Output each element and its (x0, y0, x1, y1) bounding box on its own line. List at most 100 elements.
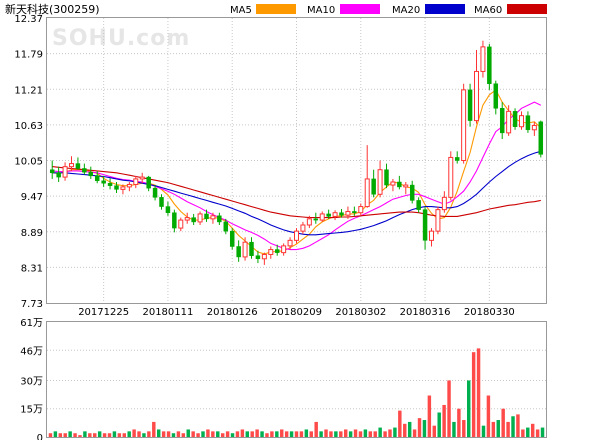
volume-bar (127, 431, 131, 437)
legend-label-ma20: MA20 (392, 5, 420, 16)
date-tick-label: 20180111 (142, 307, 193, 318)
volume-bar (388, 429, 392, 437)
volume-bar (348, 431, 353, 437)
candlesticks (49, 40, 544, 265)
volume-bar (422, 420, 427, 437)
candle (429, 228, 434, 247)
volume-bar (491, 421, 496, 437)
volume-bar (442, 404, 446, 437)
legend-label-ma60: MA60 (474, 5, 502, 16)
candle (56, 166, 61, 182)
volume-bar (255, 429, 259, 437)
candle (480, 40, 486, 78)
volume-bar (521, 429, 525, 437)
legend-swatch-ma10 (340, 4, 380, 14)
candle (197, 211, 203, 225)
volume-bar (417, 418, 422, 437)
candle (75, 157, 81, 170)
candle (499, 102, 505, 140)
volume-bar (432, 425, 437, 437)
volume-bar (467, 380, 471, 437)
candle (126, 181, 132, 192)
volume-panel-frame (46, 321, 547, 438)
candle (358, 203, 364, 216)
candle (242, 237, 248, 261)
price-tick-label: 11.21 (14, 85, 43, 96)
candle (525, 111, 531, 133)
candle (313, 212, 319, 224)
volume-bar (260, 431, 264, 437)
volume-bar (147, 431, 151, 437)
volume-bar (516, 414, 520, 437)
candle (229, 228, 235, 250)
volume-tick-label: 15万 (20, 405, 43, 416)
price-tick-label: 11.79 (14, 50, 43, 61)
volume-bar (457, 408, 461, 437)
volume-bar (97, 431, 102, 437)
volume-bar (137, 431, 141, 437)
volume-bar (117, 433, 122, 437)
volume-bar (93, 433, 97, 437)
volume-bar (53, 431, 58, 437)
candle (448, 151, 454, 201)
volume-bar (398, 410, 402, 437)
volume-bar (535, 429, 540, 437)
volume-bar (73, 433, 77, 437)
volume-bar (319, 431, 323, 437)
volume-bar (452, 421, 456, 437)
candle (236, 240, 241, 262)
volume-bar (368, 431, 373, 437)
candle (435, 206, 441, 235)
volume-bar (58, 433, 63, 437)
volume-bar (334, 431, 338, 437)
volume-bar (329, 431, 333, 437)
volume-bar (132, 429, 136, 437)
volume-bar (540, 427, 545, 437)
volume-grid (47, 349, 546, 410)
candle (172, 209, 177, 233)
volume-bar (373, 431, 377, 437)
price-tick-label: 9.47 (21, 192, 43, 203)
date-tick-label: 20180316 (400, 307, 451, 318)
volume-bar (383, 431, 387, 437)
candle (531, 121, 537, 136)
volume-bar (353, 429, 358, 437)
volume-bar (161, 431, 166, 437)
volume-bar (511, 416, 515, 437)
volume-bar (358, 431, 363, 437)
legend-label-ma10: MA10 (307, 5, 335, 16)
candle (165, 201, 171, 216)
volume-bar (501, 408, 505, 437)
legend-swatch-ma5 (256, 4, 296, 14)
volume-bar (211, 431, 215, 437)
volume-bar (78, 435, 82, 437)
candle (512, 108, 518, 130)
candle (441, 191, 447, 213)
volume-bar (196, 433, 200, 437)
price-tick-label: 8.31 (21, 263, 43, 274)
candle (281, 243, 287, 256)
candle (159, 194, 164, 210)
legend-swatch-ma20 (425, 4, 465, 14)
volume-bar (437, 412, 441, 437)
volume-bar (427, 395, 432, 437)
candle (474, 49, 479, 124)
candle (249, 237, 254, 259)
candle (49, 160, 55, 179)
volume-bar (393, 427, 397, 437)
volume-bar (275, 431, 279, 437)
volume-bar (171, 433, 176, 437)
volume-bar (142, 433, 146, 437)
candle (538, 120, 544, 158)
price-tick-label: 10.05 (14, 157, 43, 168)
volume-bar (68, 431, 72, 437)
candle (467, 83, 473, 127)
price-axis-ticks: 12.37 11.79 11.21 10.63 10.05 9.47 8.89 8.31 7.7… (14, 14, 43, 310)
sohu-watermark: SOHU.com (52, 26, 190, 51)
price-grid (47, 18, 546, 303)
volume-bar (530, 423, 535, 437)
volume-bars (48, 348, 545, 437)
candle (487, 43, 492, 90)
volume-bar (294, 431, 299, 437)
volume-bar (176, 431, 181, 437)
